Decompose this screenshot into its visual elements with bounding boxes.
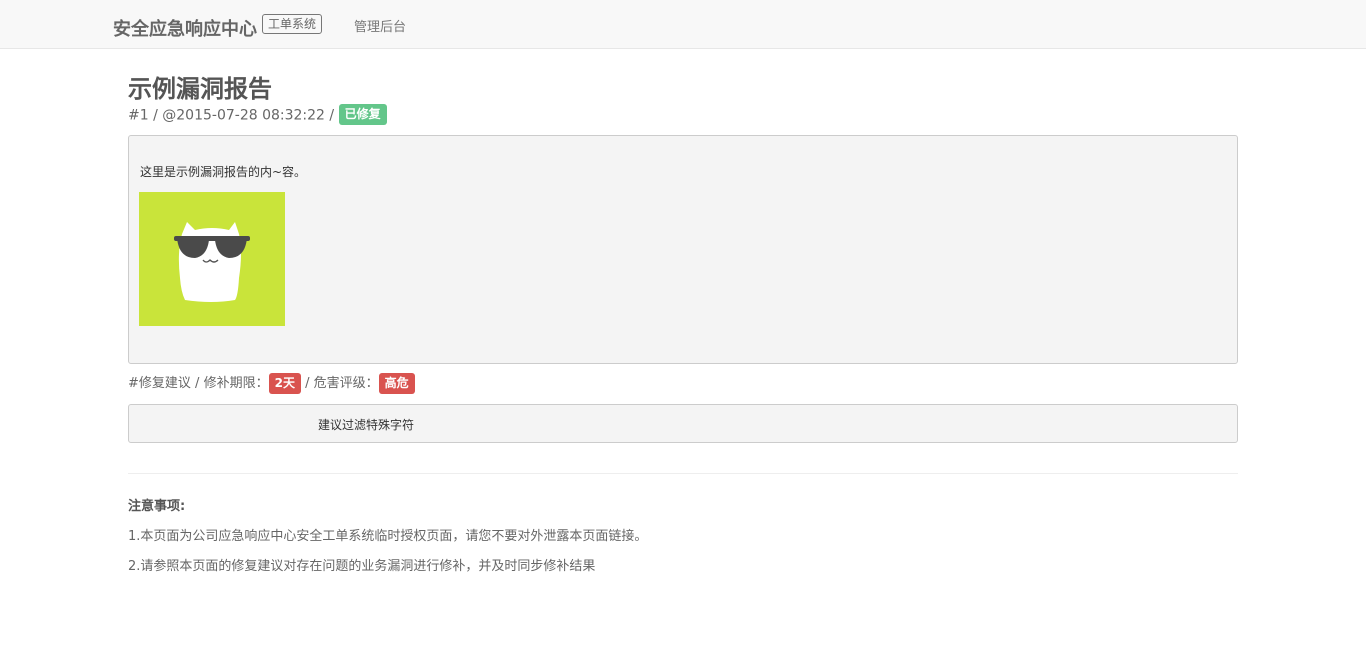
notice-item: 1.本页面为公司应急响应中心安全工单系统临时授权页面，请您不要对外泄露本页面链接… (128, 529, 648, 544)
fix-label: #修复建议 (128, 376, 191, 391)
fix-separator: / (195, 376, 200, 391)
notice-title: 注意事项: (128, 499, 186, 514)
brand-tag-badge: 工单系统 (262, 14, 323, 34)
report-timestamp: @2015-07-28 08:32:22 (162, 107, 325, 124)
status-badge: 已修复 (338, 104, 387, 125)
severity-label: 危害评级： (313, 376, 379, 391)
brand-title[interactable]: 安全应急响应中心 (113, 15, 257, 41)
fix-suggestion-box: 建议过滤特殊字符 (128, 404, 1238, 443)
divider (128, 473, 1238, 474)
nav-link-admin[interactable]: 管理后台 (354, 16, 406, 35)
severity-badge: 高危 (378, 373, 415, 394)
navbar: 安全应急响应中心 工单系统 管理后台 (0, 0, 1366, 49)
fix-separator: / (305, 376, 310, 391)
cat-illustration (139, 192, 285, 326)
deadline-label: 修补期限： (203, 376, 269, 391)
report-title: 示例漏洞报告 (128, 75, 272, 103)
meta-separator: / (153, 107, 158, 124)
report-id: #1 (128, 107, 149, 124)
report-content-box: 这里是示例漏洞报告的内~容。 (128, 135, 1238, 364)
fix-info-line: #修复建议 / 修补期限： 2天 / 危害评级： 高危 (128, 373, 415, 395)
report-content-text: 这里是示例漏洞报告的内~容。 (140, 165, 307, 179)
report-meta: #1 / @2015-07-28 08:32:22 / 已修复 (128, 104, 387, 126)
fix-suggestion-text: 建议过滤特殊字符 (318, 418, 415, 432)
notice-item: 2.请参照本页面的修复建议对存在问题的业务漏洞进行修补，并及时同步修补结果 (128, 559, 596, 574)
deadline-badge: 2天 (268, 373, 301, 394)
meta-separator: / (329, 107, 335, 124)
cat-sunglasses-image (139, 192, 285, 326)
